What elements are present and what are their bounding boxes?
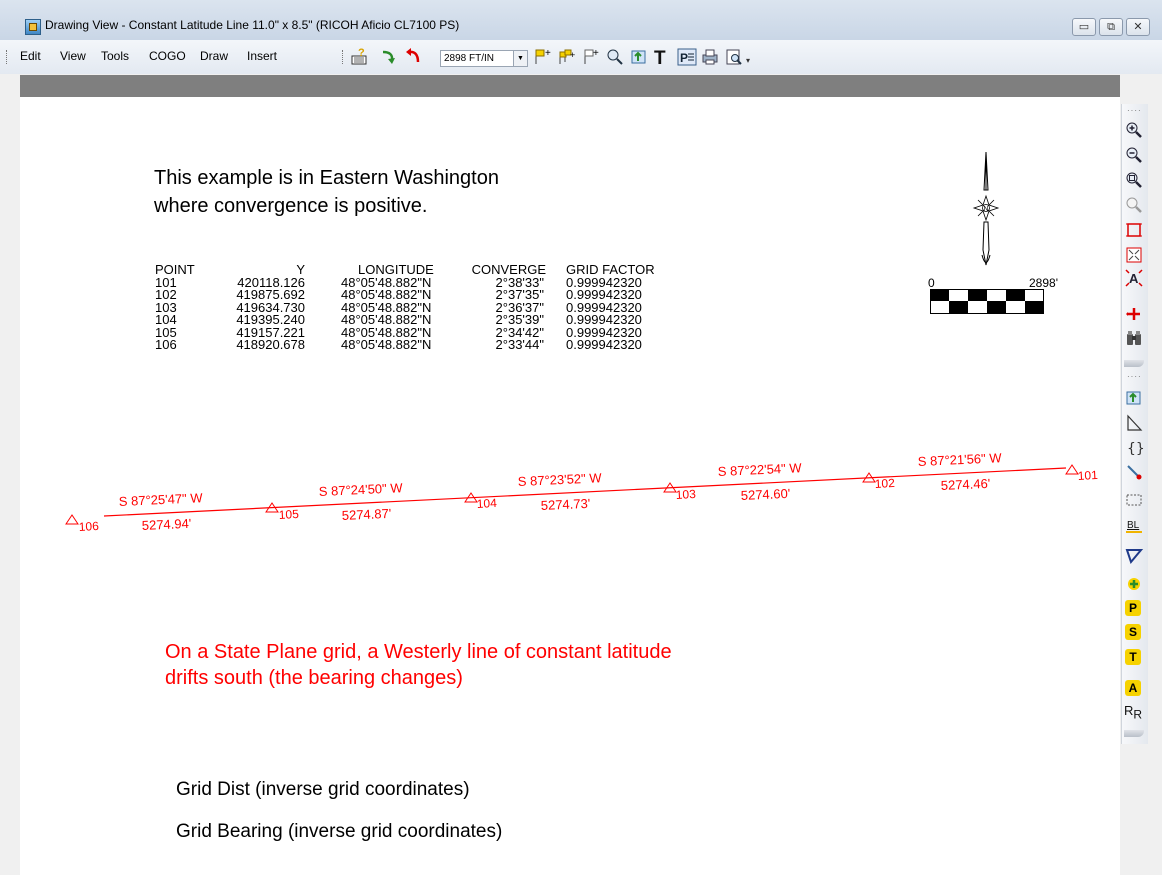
toolbar-grip[interactable]: ···· — [1127, 106, 1142, 115]
segment-1-distance: 5274.94' — [141, 516, 191, 533]
point-102-label: 102 — [874, 476, 895, 491]
segment-3-distance: 5274.73' — [540, 496, 590, 513]
rectangle-icon[interactable] — [1124, 490, 1144, 510]
svg-text:BL: BL — [1127, 520, 1140, 531]
point-106-label: 106 — [78, 519, 99, 534]
segment-2-distance: 5274.87' — [341, 506, 391, 523]
point-101-triangle-icon — [1065, 464, 1079, 475]
toolbar-expand-1[interactable] — [1124, 360, 1144, 367]
curve-icon[interactable]: {} — [1124, 438, 1144, 458]
point-102[interactable]: 102 — [862, 472, 895, 491]
point-101-label: 101 — [1077, 468, 1098, 483]
text-tool-button[interactable]: T — [1125, 649, 1141, 665]
toolbar-expand-2[interactable] — [1124, 730, 1144, 737]
zoom-in-icon[interactable] — [1124, 120, 1144, 140]
segment-5-distance: 5274.46' — [940, 476, 990, 493]
red-note-line1: On a State Plane grid, a Westerly line o… — [165, 641, 672, 663]
point-101[interactable]: 101 — [1065, 464, 1098, 483]
snap-icon[interactable] — [1124, 462, 1144, 482]
point-105[interactable]: 105 — [265, 502, 299, 522]
legend-grid-bearing: Grid Bearing (inverse grid coordinates) — [176, 821, 503, 842]
zoom-previous-icon[interactable] — [1124, 195, 1144, 215]
binoculars-icon[interactable] — [1124, 328, 1144, 348]
traverse-line: 106 105 104 103 102 101 S 87°25'47" W S … — [65, 450, 1098, 534]
pan-icon[interactable] — [1124, 304, 1144, 324]
point-106[interactable]: 106 — [65, 514, 99, 534]
polygon-icon[interactable] — [1124, 546, 1144, 566]
segment-2-bearing: S 87°24'50" W — [318, 480, 403, 499]
zoom-text-icon[interactable]: A — [1124, 268, 1144, 288]
segment-3-bearing: S 87°23'52" W — [517, 470, 602, 489]
radius-tool-button[interactable]: RR — [1124, 703, 1142, 722]
zoom-all-icon[interactable] — [1124, 245, 1144, 265]
zoom-out-icon[interactable] — [1124, 145, 1144, 165]
toolbar-grip[interactable]: ···· — [1127, 372, 1142, 381]
svg-text:{}: {} — [1127, 441, 1144, 457]
layer-icon[interactable] — [1124, 388, 1144, 408]
zoom-window-icon[interactable] — [1124, 170, 1144, 190]
add-point-icon[interactable] — [1124, 574, 1144, 594]
annotation-tool-button[interactable]: A — [1125, 680, 1141, 696]
baseline-icon[interactable]: BL — [1124, 516, 1144, 536]
segment-4-bearing: S 87°22'54" W — [717, 460, 802, 479]
polyline-icon[interactable] — [1124, 413, 1144, 433]
radius-tool-sub: R — [1133, 707, 1143, 722]
point-106-triangle-icon — [65, 514, 79, 525]
point-103[interactable]: 103 — [663, 482, 696, 502]
point-104-label: 104 — [476, 496, 497, 511]
segment-tool-button[interactable]: S — [1125, 624, 1141, 640]
point-104[interactable]: 104 — [464, 492, 497, 511]
point-tool-button[interactable]: P — [1125, 600, 1141, 616]
segment-4-distance: 5274.60' — [740, 486, 790, 503]
segment-5-bearing: S 87°21'56" W — [917, 450, 1002, 469]
point-105-label: 105 — [278, 507, 299, 522]
point-103-label: 103 — [675, 487, 696, 502]
red-note-line2: drifts south (the bearing changes) — [165, 667, 463, 689]
legend-grid-dist: Grid Dist (inverse grid coordinates) — [176, 779, 470, 800]
svg-text:A: A — [1129, 271, 1139, 286]
radius-tool-label: R — [1124, 703, 1134, 718]
zoom-extents-icon[interactable] — [1124, 220, 1144, 240]
segment-1-bearing: S 87°25'47" W — [118, 490, 203, 509]
